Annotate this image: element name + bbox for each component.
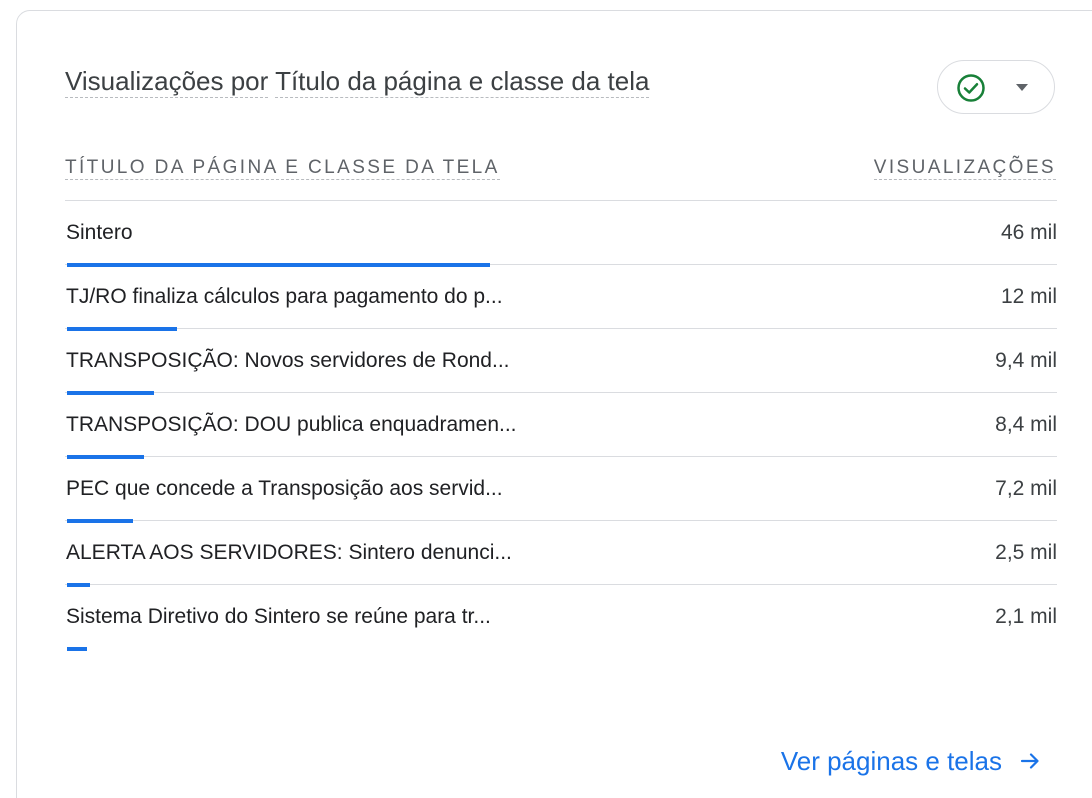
table-row: PEC que concede a Transposição aos servi…	[65, 457, 1057, 523]
table-row: TRANSPOSIÇÃO: Novos servidores de Rond..…	[65, 329, 1057, 395]
row-value: 7,2 mil	[995, 477, 1057, 500]
row-value: 46 mil	[1000, 221, 1057, 244]
column-header-dimension[interactable]: TÍTULO DA PÁGINA E CLASSE DA TELA	[65, 154, 500, 182]
column-header-metric-label: VISUALIZAÇÕES	[873, 157, 1056, 180]
table-body: Sintero 46 mil TJ/RO finaliza cálculos p…	[65, 201, 1057, 651]
row-label: ALERTA AOS SERVIDORES: Sintero denunci..…	[66, 541, 512, 564]
table-row: ALERTA AOS SERVIDORES: Sintero denunci..…	[65, 521, 1057, 587]
row-value: 8,4 mil	[995, 413, 1057, 436]
status-dropdown-button[interactable]	[937, 60, 1055, 114]
table-row: TRANSPOSIÇÃO: DOU publica enquadramen...…	[65, 393, 1057, 459]
row-label: PEC que concede a Transposição aos servi…	[66, 477, 503, 500]
table-row: Sintero 46 mil	[65, 201, 1057, 267]
title-dimension[interactable]: Título da página e classe da tela	[275, 66, 650, 98]
check-circle-icon	[957, 74, 985, 102]
chevron-down-icon	[1016, 84, 1028, 91]
card-title: Visualizações por Título da página e cla…	[65, 62, 650, 100]
table-row: TJ/RO finaliza cálculos para pagamento d…	[65, 265, 1057, 331]
column-header-dimension-label: TÍTULO DA PÁGINA E CLASSE DA TELA	[65, 157, 500, 180]
row-value: 9,4 mil	[995, 349, 1057, 372]
view-pages-link[interactable]: Ver páginas e telas	[781, 743, 1042, 779]
column-header-metric[interactable]: VISUALIZAÇÕES	[873, 154, 1056, 182]
row-value: 2,5 mil	[995, 541, 1057, 564]
row-label: TRANSPOSIÇÃO: DOU publica enquadramen...	[66, 413, 517, 436]
table-row: Sistema Diretivo do Sintero se reúne par…	[65, 585, 1057, 651]
row-label: Sintero	[66, 221, 133, 244]
row-value: 2,1 mil	[995, 605, 1057, 628]
title-metric[interactable]: Visualizações por	[65, 66, 269, 98]
view-pages-link-label: Ver páginas e telas	[780, 746, 1002, 776]
row-label: Sistema Diretivo do Sintero se reúne par…	[66, 605, 491, 628]
row-value: 12 mil	[1000, 285, 1057, 308]
row-label: TRANSPOSIÇÃO: Novos servidores de Rond..…	[66, 349, 510, 372]
row-label: TJ/RO finaliza cálculos para pagamento d…	[66, 285, 503, 308]
row-share-bar	[67, 647, 87, 651]
arrow-right-icon	[1020, 753, 1039, 769]
